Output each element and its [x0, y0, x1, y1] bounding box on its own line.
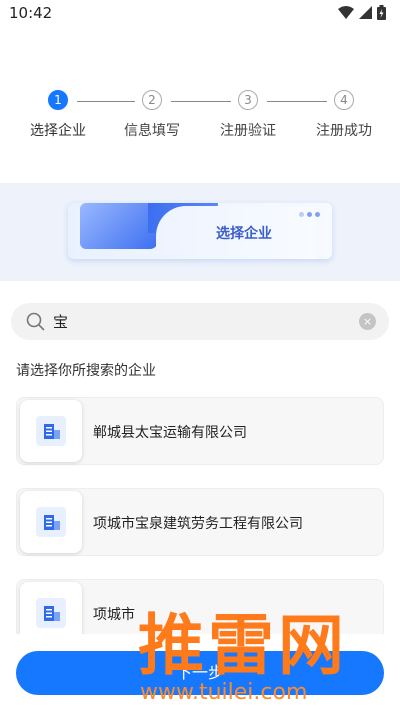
step-4: 4 注册成功 [299, 90, 389, 140]
status-bar: 10:42 [0, 0, 400, 28]
step-2-label: 信息填写 [124, 123, 180, 139]
building-icon [44, 515, 60, 530]
signal-icon [359, 6, 372, 19]
step-3-label: 注册验证 [220, 123, 276, 139]
step-connector [267, 101, 327, 102]
company-name: 项城市宝泉建筑劳务工程有限公司 [93, 516, 303, 532]
step-4-number: 4 [334, 90, 354, 110]
search-input[interactable] [53, 309, 353, 333]
step-2: 2 信息填写 [107, 90, 197, 140]
step-1-label: 选择企业 [30, 123, 86, 139]
banner-dots [299, 212, 320, 217]
search-bar: × [11, 303, 389, 340]
watermark-url: www.tuilei.com [140, 680, 308, 705]
step-2-number: 2 [142, 90, 162, 110]
company-list-item[interactable]: 郸城县太宝运输有限公司 [16, 397, 384, 465]
company-name: 郸城县太宝运输有限公司 [93, 425, 247, 441]
company-icon-box [20, 491, 82, 553]
status-icons [338, 5, 386, 20]
company-name: 项城市 [93, 607, 135, 623]
battery-icon [377, 5, 386, 20]
building-icon [44, 606, 60, 621]
watermark: 推雷网 www.tuilei.com [130, 590, 400, 711]
watermark-logo: 推雷网 [138, 607, 348, 684]
step-connector [171, 101, 231, 102]
step-connector [77, 101, 135, 102]
clear-search-icon[interactable]: × [359, 313, 376, 330]
select-company-banner: 选择企业 [68, 203, 332, 259]
banner-title: 选择企业 [216, 226, 272, 242]
company-icon-box [20, 400, 82, 462]
step-3-number: 3 [238, 90, 258, 110]
wifi-icon [338, 6, 354, 19]
step-3: 3 注册验证 [203, 90, 293, 140]
status-time: 10:42 [9, 4, 53, 22]
registration-stepper: 1 选择企业 2 信息填写 3 注册验证 4 注册成功 [0, 90, 400, 150]
step-1: 1 选择企业 [13, 90, 103, 140]
building-icon [44, 424, 60, 439]
step-4-label: 注册成功 [316, 123, 372, 139]
company-list-item[interactable]: 项城市宝泉建筑劳务工程有限公司 [16, 488, 384, 556]
banner-illustration [80, 203, 158, 249]
search-hint: 请选择你所搜索的企业 [16, 363, 156, 379]
step-1-number: 1 [48, 90, 68, 110]
search-icon [26, 312, 45, 331]
